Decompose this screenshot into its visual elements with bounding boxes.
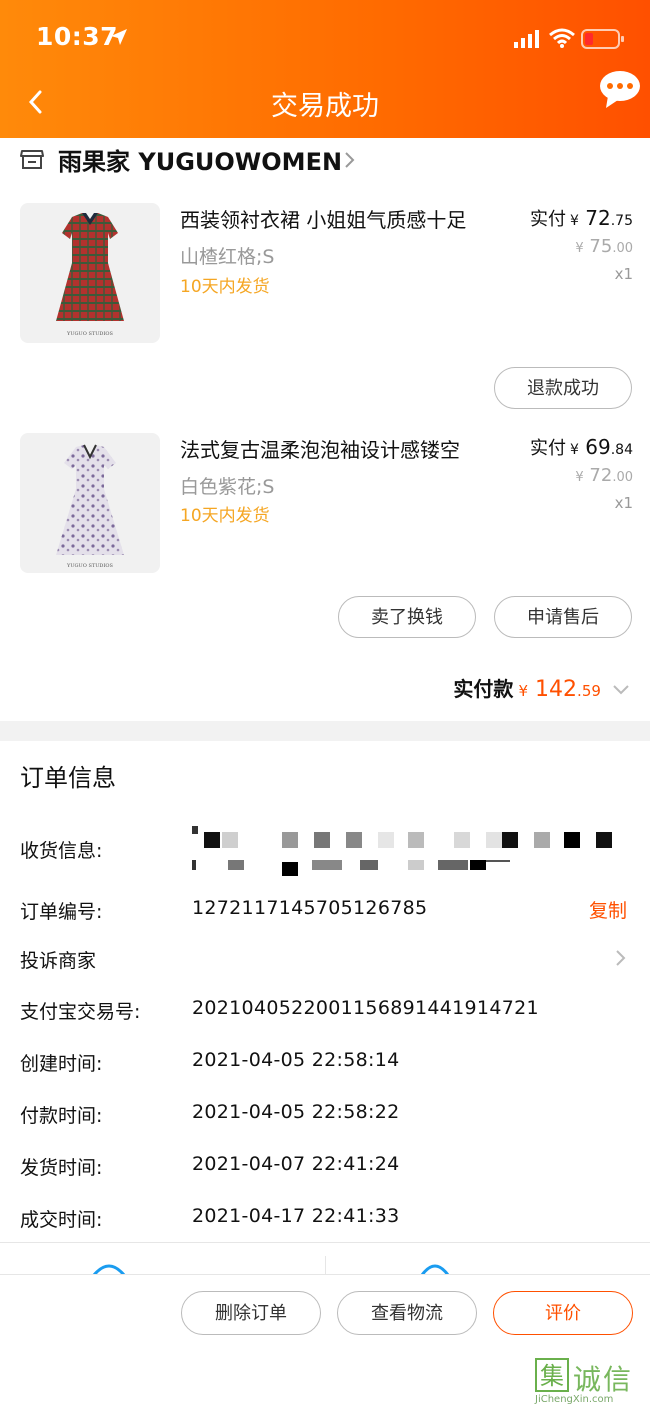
watermark-mark: 集 [535,1358,569,1392]
order-number-label: 订单编号: [20,901,103,923]
view-logistics-button[interactable]: 查看物流 [337,1291,477,1335]
shop-icon [20,148,44,174]
paid-decimal: .84 [610,442,633,458]
item-original-price: ¥ 75.00 [575,236,633,257]
created-time-label: 创建时间: [20,1053,103,1075]
paid-integer: 72 [585,206,611,230]
paid-label: 实付 [530,438,566,459]
paid-integer: 69 [585,435,611,459]
paid-decimal: .75 [610,213,633,229]
completed-time-label: 成交时间: [20,1209,103,1231]
paid-time-label: 付款时间: [20,1105,103,1127]
item-title[interactable]: 法式复古温柔泡泡袖设计感镂空 [180,434,460,463]
expand-chevron-down-icon[interactable] [612,684,630,696]
shipping-info-label: 收货信息: [20,840,103,862]
page-title: 交易成功 [271,91,379,122]
item-original-price: ¥ 72.00 [575,465,633,486]
created-time-value: 2021-04-05 22:58:14 [192,1049,400,1071]
delete-order-button[interactable]: 删除订单 [181,1291,321,1335]
after-sales-button[interactable]: 申请售后 [494,596,632,638]
order-number-value: 1272117145705126785 [192,897,428,919]
divider-line [0,1242,650,1243]
copy-order-number-link[interactable]: 复制 [589,896,627,923]
contact-row-divider [325,1256,326,1276]
watermark-url: JiChengXin.com [535,1394,614,1405]
watermark-logo: 集 诚信 JiChengXin.com [535,1358,650,1405]
svg-text:YUGUO STUDIOS: YUGUO STUDIOS [66,563,113,569]
section-divider [0,721,650,741]
product-image-floral-dress[interactable]: YUGUO STUDIOS [20,433,160,573]
order-total: 实付款 ¥ 142.59 [453,673,630,702]
top-header: 10:37 交易成功 [0,0,650,138]
bottom-bar-top-line [0,1274,650,1275]
location-arrow-icon [110,28,128,50]
paid-time-value: 2021-04-05 22:58:22 [192,1101,400,1123]
total-amount: ¥ 142.59 [518,677,601,702]
item-paid-price: 实付 ¥ 69.84 [530,434,633,460]
shipped-time-value: 2021-04-07 22:41:24 [192,1153,400,1175]
battery-icon [581,28,625,54]
shop-name[interactable]: 雨果家 YUGUOWOMEN [58,142,342,177]
complain-chevron-right-icon[interactable] [613,948,627,972]
total-label: 实付款 [453,677,514,701]
order-info-title: 订单信息 [20,764,116,792]
complain-seller-link[interactable]: 投诉商家 [20,946,96,973]
wifi-icon [549,28,575,52]
status-time: 10:37 [36,22,119,51]
alipay-trade-no-label: 支付宝交易号: [20,1001,141,1023]
item-title[interactable]: 西装领衬衣裙 小姐姐气质感十足 [180,204,466,233]
completed-time-value: 2021-04-17 22:41:33 [192,1205,400,1227]
currency-symbol: ¥ [570,213,579,229]
item-shipping-note: 10天内发货 [180,506,270,526]
signal-icon [514,30,540,52]
item-quantity: x1 [614,265,633,283]
review-button[interactable]: 评价 [493,1291,633,1335]
item-spec: 白色紫花;S [180,476,275,498]
item-shipping-note: 10天内发货 [180,277,270,297]
resell-button[interactable]: 卖了换钱 [338,596,476,638]
item-paid-price: 实付 ¥ 72.75 [530,205,633,231]
message-bubble-icon[interactable] [598,70,642,116]
watermark-text: 诚信 [573,1363,634,1396]
shop-chevron-right-icon[interactable] [342,150,356,174]
refund-status-button[interactable]: 退款成功 [494,367,632,409]
redacted-address-mosaic [192,826,622,878]
paid-label: 实付 [530,209,566,230]
item-quantity: x1 [614,494,633,512]
svg-text:YUGUO STUDIOS: YUGUO STUDIOS [66,331,113,337]
item-spec: 山楂红格;S [180,246,275,268]
currency-symbol: ¥ [570,442,579,458]
shipped-time-label: 发货时间: [20,1157,103,1179]
product-image-plaid-dress[interactable]: YUGUO STUDIOS [20,203,160,343]
alipay-trade-no-value: 2021040522001156891441914721 [192,997,539,1019]
